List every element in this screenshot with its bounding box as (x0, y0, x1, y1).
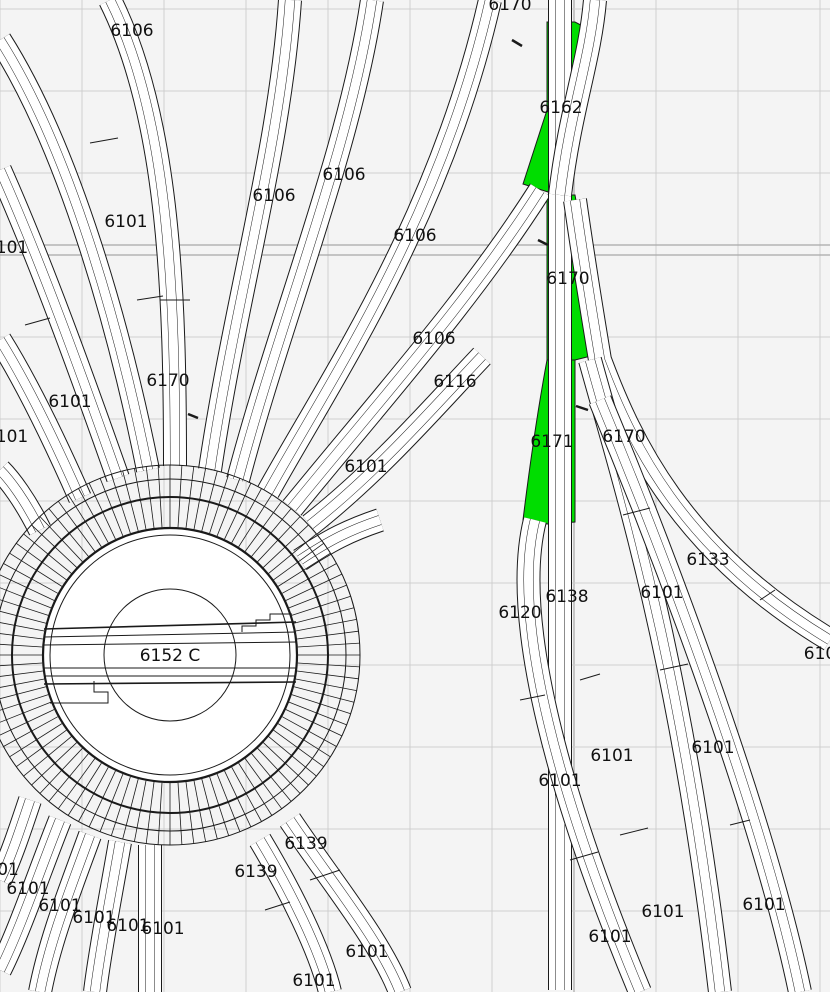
turntable-track-end (0, 633, 44, 640)
track-label-l2: 6170 (488, 0, 531, 15)
turntable-track-end (99, 478, 124, 537)
turntable-track-end (0, 643, 43, 648)
turntable-track-end (0, 670, 44, 677)
track-6101-left-d[interactable] (0, 461, 51, 536)
track-joint (89, 137, 119, 144)
track-label-l28: 01 (0, 860, 19, 880)
track-label-l37: 6101 (345, 942, 388, 962)
track-pieces (0, 0, 830, 992)
track-joint (24, 317, 51, 326)
track-label-l10: 6106 (412, 329, 455, 349)
track-label-l16: 6170 (602, 427, 645, 447)
track-label-l14: 101 (0, 427, 28, 447)
track-label-l26: 6139 (284, 834, 327, 854)
turntable-label: 6152 C (140, 646, 201, 666)
track-label-l35: 6101 (742, 895, 785, 915)
track-label-l1: 6106 (110, 21, 153, 41)
turntable-track-end (216, 478, 241, 537)
track-label-l25: 6101 (538, 771, 581, 791)
feeder-mark (187, 412, 199, 420)
track-label-l8: 6106 (393, 226, 436, 246)
turntable-track-end (288, 584, 347, 609)
track-label-l38: 6101 (292, 971, 335, 991)
turntable-track-end (0, 701, 52, 723)
track-label-l13: 6101 (48, 392, 91, 412)
track-label-l22: 610 (804, 644, 830, 664)
feeder-mark (511, 38, 523, 48)
track-label-l27: 6139 (234, 862, 277, 882)
track-label-l4: 6106 (322, 165, 365, 185)
track-joint (579, 673, 601, 681)
track-label-l20: 6138 (545, 587, 588, 607)
track-label-l21: 6120 (498, 603, 541, 623)
turntable-track-end (0, 610, 47, 624)
track-joint (136, 295, 164, 301)
turntable-track-end (99, 773, 124, 832)
track-label-l17: 6101 (344, 457, 387, 477)
track-label-l23: 6101 (590, 746, 633, 766)
track-label-l3: 6162 (539, 98, 582, 118)
turntable-track-end (0, 694, 49, 711)
track-label-l7: 101 (0, 238, 28, 258)
track-layout-canvas[interactable]: 6152 C 6106 6170 6162 6106 6106 6101 101 6106 61… (0, 0, 830, 992)
track-label-l36: 6101 (588, 927, 631, 947)
turntable-track-end (0, 587, 52, 609)
track-label-l12: 6170 (146, 371, 189, 391)
track-label-l6: 6101 (104, 212, 147, 232)
track-label-l19: 6101 (640, 583, 683, 603)
track-label-l18: 6133 (686, 550, 729, 570)
turntable-track-end (0, 599, 49, 616)
track-plan[interactable]: 6152 C 6106 6170 6162 6106 6106 6101 101 6106 61… (0, 0, 830, 992)
track-label-l34: 6101 (641, 902, 684, 922)
turntable-track-end (0, 686, 47, 700)
track-label-l33: 6101 (141, 919, 184, 939)
track-label-l9: 6170 (546, 269, 589, 289)
turntable-track-end (288, 701, 347, 726)
track-label-l24: 6101 (691, 738, 734, 758)
track-label-l5: 6106 (252, 186, 295, 206)
track-label-l11: 6116 (433, 372, 476, 392)
track-label-l15: 6171 (530, 432, 573, 452)
turntable-6152[interactable]: 6152 C (0, 464, 361, 846)
turntable-track-end (216, 773, 241, 832)
feeder-mark (575, 404, 589, 412)
